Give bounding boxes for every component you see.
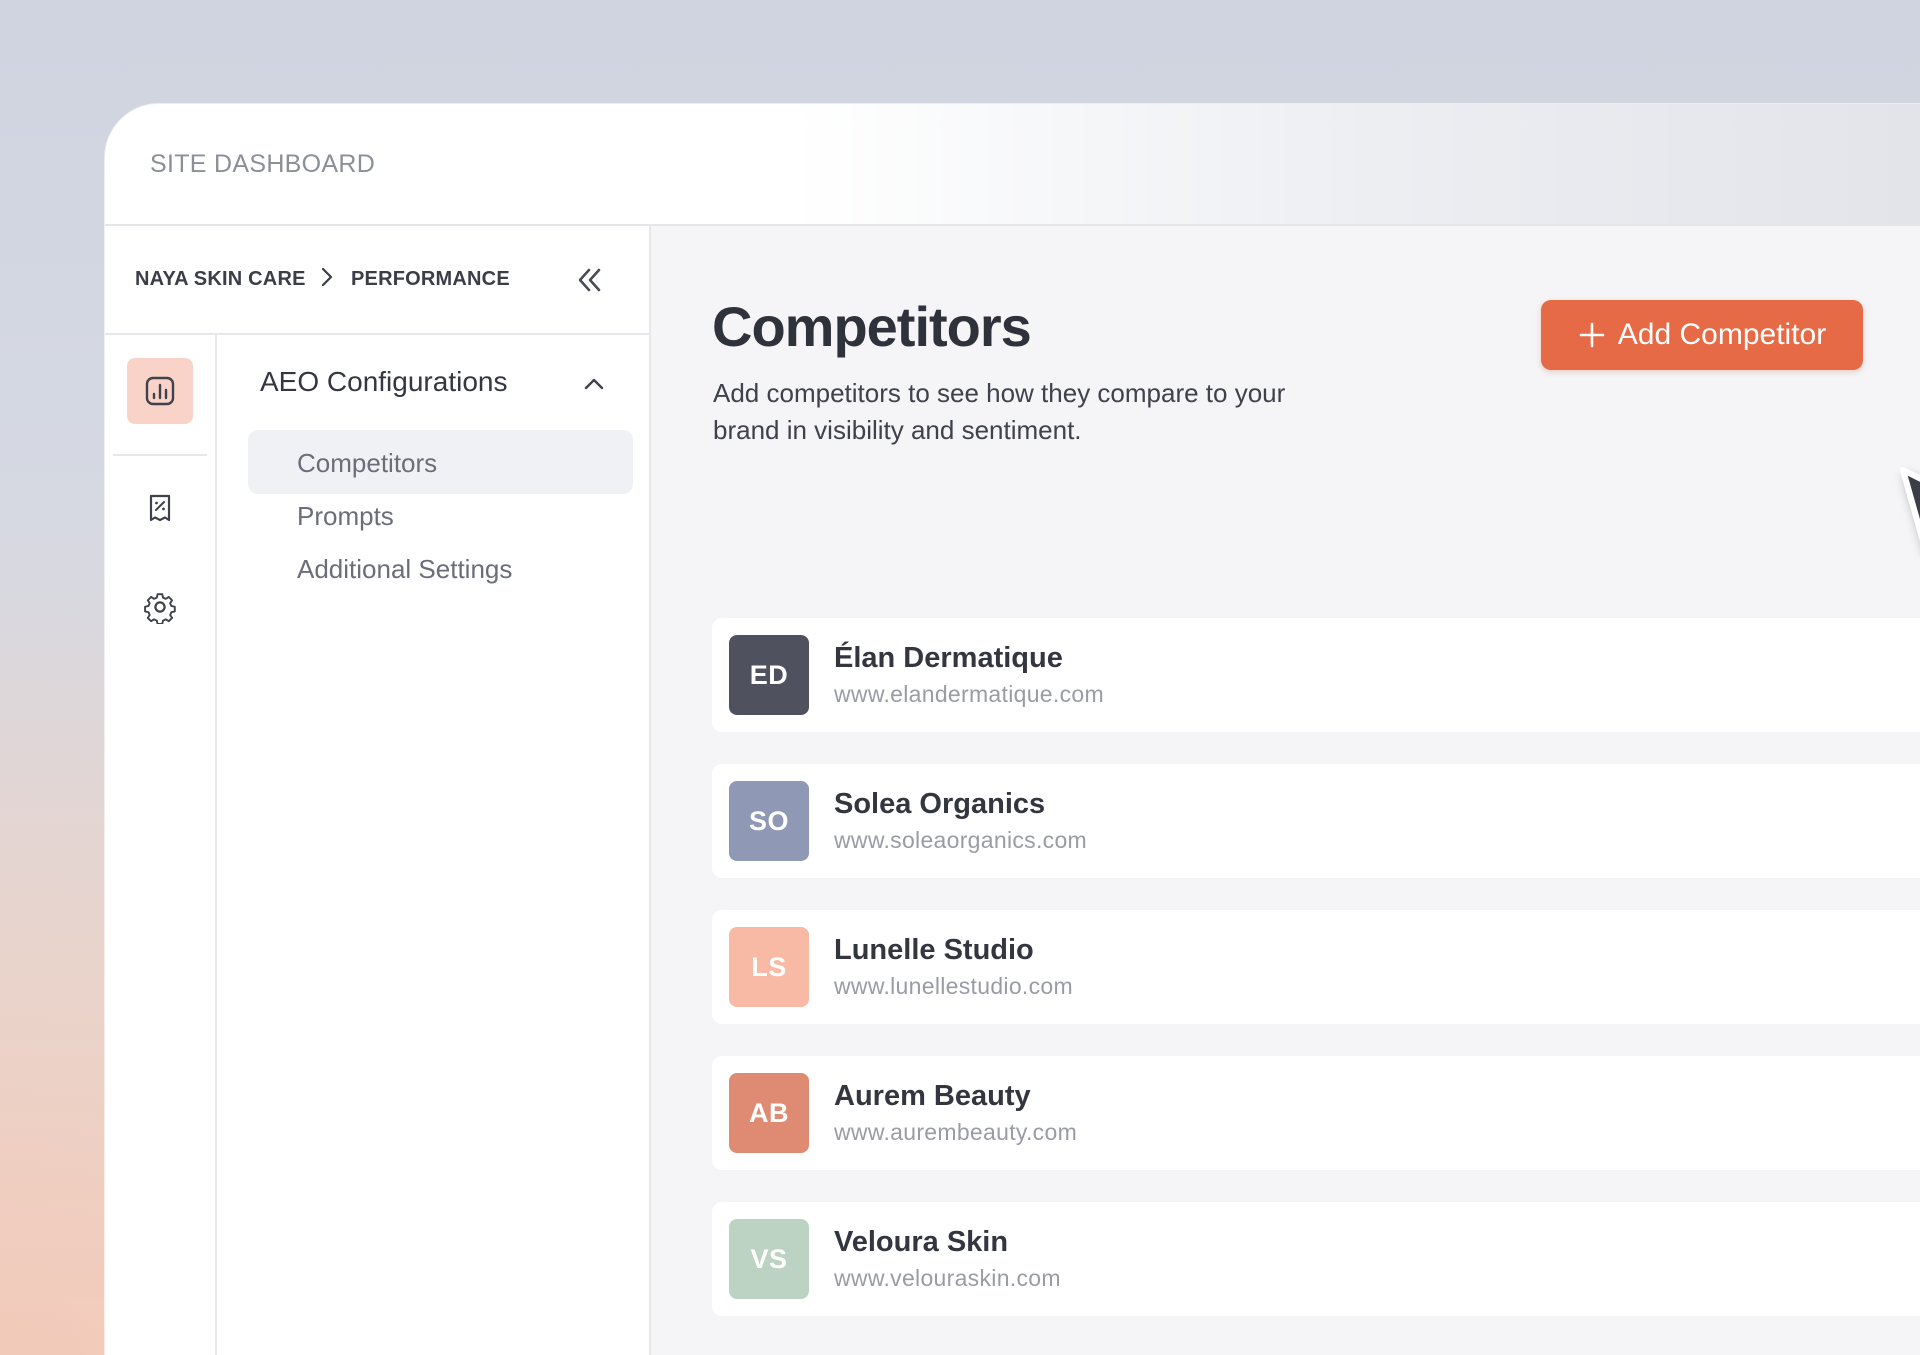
app-title: SITE DASHBOARD <box>150 150 376 178</box>
main-content: Competitors Add competitors to see how t… <box>651 226 1920 1355</box>
rail-item-analytics[interactable] <box>127 358 193 424</box>
rail-divider <box>113 454 207 456</box>
chevron-up-icon <box>584 378 604 390</box>
competitor-avatar: ED <box>729 635 809 715</box>
nav-item-label: Additional Settings <box>297 554 513 584</box>
competitor-card[interactable]: SO Solea Organics www.soleaorganics.com <box>712 764 1920 878</box>
competitor-avatar: SO <box>729 781 809 861</box>
gear-icon <box>144 593 176 624</box>
competitor-url: www.elandermatique.com <box>834 681 1104 707</box>
nav-item-label: Prompts <box>297 501 394 531</box>
collapse-sidebar-icon[interactable] <box>573 263 607 297</box>
competitor-name: Lunelle Studio <box>834 934 1034 966</box>
competitor-avatar: LS <box>729 927 809 1007</box>
competitor-url: www.aurembeauty.com <box>834 1119 1078 1145</box>
config-nav: AEO Configurations Competitors Prompts A… <box>217 335 649 1355</box>
competitor-avatar: VS <box>729 1219 809 1299</box>
nav-group-label: AEO Configurations <box>260 366 508 397</box>
plus-icon <box>1579 322 1605 348</box>
competitor-url: www.velouraskin.com <box>834 1265 1061 1291</box>
sidebar: NAYA SKIN CARE PERFORMANCE AEO Configura… <box>105 226 651 1355</box>
bar-chart-icon <box>145 376 175 406</box>
nav-item-label: Competitors <box>297 448 438 478</box>
competitor-avatar: AB <box>729 1073 809 1153</box>
competitor-name: Élan Dermatique <box>834 642 1063 674</box>
rail-item-reports[interactable] <box>127 475 193 541</box>
rail-item-settings[interactable] <box>127 574 193 640</box>
competitor-name: Aurem Beauty <box>834 1080 1031 1112</box>
page-subtitle: Add competitors to see how they compare … <box>713 378 1286 445</box>
page-title: Competitors <box>712 295 1032 358</box>
competitor-name: Veloura Skin <box>834 1226 1009 1258</box>
competitor-card[interactable]: VS Veloura Skin www.velouraskin.com <box>712 1202 1920 1316</box>
competitor-card[interactable]: AB Aurem Beauty www.aurembeauty.com <box>712 1056 1920 1170</box>
add-competitor-label: Add Competitor <box>1617 318 1827 351</box>
breadcrumb-item-section[interactable]: PERFORMANCE <box>351 268 510 291</box>
competitor-card[interactable]: LS Lunelle Studio www.lunellestudio.com <box>712 910 1920 1024</box>
top-bar: SITE DASHBOARD <box>105 104 1920 226</box>
competitor-url: www.lunellestudio.com <box>834 973 1073 999</box>
app-window: SITE DASHBOARD NAYA SKIN CARE PERFORMANC… <box>105 104 1920 1355</box>
competitor-card[interactable]: ED Élan Dermatique www.elandermatique.co… <box>712 618 1920 732</box>
competitor-url: www.soleaorganics.com <box>834 827 1088 853</box>
breadcrumb: NAYA SKIN CARE PERFORMANCE <box>105 226 649 335</box>
nav-group-aeo[interactable]: AEO Configurations <box>217 351 649 413</box>
add-competitor-button[interactable]: Add Competitor <box>1541 300 1863 370</box>
breadcrumb-item-site[interactable]: NAYA SKIN CARE <box>135 268 306 291</box>
icon-rail <box>105 335 217 1355</box>
report-percent-icon <box>149 494 171 522</box>
competitor-name: Solea Organics <box>834 788 1046 820</box>
mouse-pointer-icon <box>1900 467 1920 542</box>
chevron-right-icon <box>321 267 333 287</box>
nav-item-additional-settings[interactable]: Additional Settings <box>248 536 633 600</box>
